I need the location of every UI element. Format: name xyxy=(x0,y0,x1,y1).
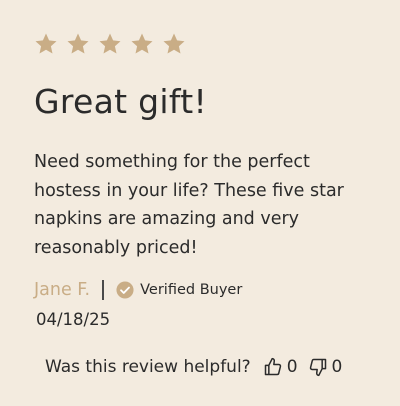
review-card: Great gift! Need something for the perfe… xyxy=(0,0,400,406)
star-icon xyxy=(67,33,89,54)
review-body: Need something for the perfect hostess i… xyxy=(34,152,344,258)
star-icon xyxy=(131,33,153,54)
divider xyxy=(102,280,105,300)
star-icon xyxy=(99,33,121,54)
star-icon xyxy=(35,33,57,54)
helpful-vote-row: Was this review helpful? 0 0 xyxy=(45,354,342,380)
reviewer-name[interactable]: Jane F. xyxy=(34,280,90,300)
review-date: 04/18/25 xyxy=(36,310,111,329)
verified-buyer-badge: Verified Buyer xyxy=(140,282,243,298)
check-circle-icon xyxy=(116,281,134,299)
thumbs-down-count: 0 xyxy=(331,357,343,377)
helpful-question: Was this review helpful? xyxy=(45,357,251,377)
thumbs-down-icon xyxy=(309,358,326,377)
reviewer-info: Jane F. Verified Buyer xyxy=(34,278,242,302)
thumbs-up-count: 0 xyxy=(286,357,298,377)
review-title: Great gift! xyxy=(34,82,207,121)
thumbs-up-icon xyxy=(264,357,281,376)
thumbs-up-button[interactable]: 0 xyxy=(263,357,298,377)
thumbs-down-button[interactable]: 0 xyxy=(308,357,343,377)
star-rating xyxy=(34,32,186,56)
star-icon xyxy=(163,33,185,54)
